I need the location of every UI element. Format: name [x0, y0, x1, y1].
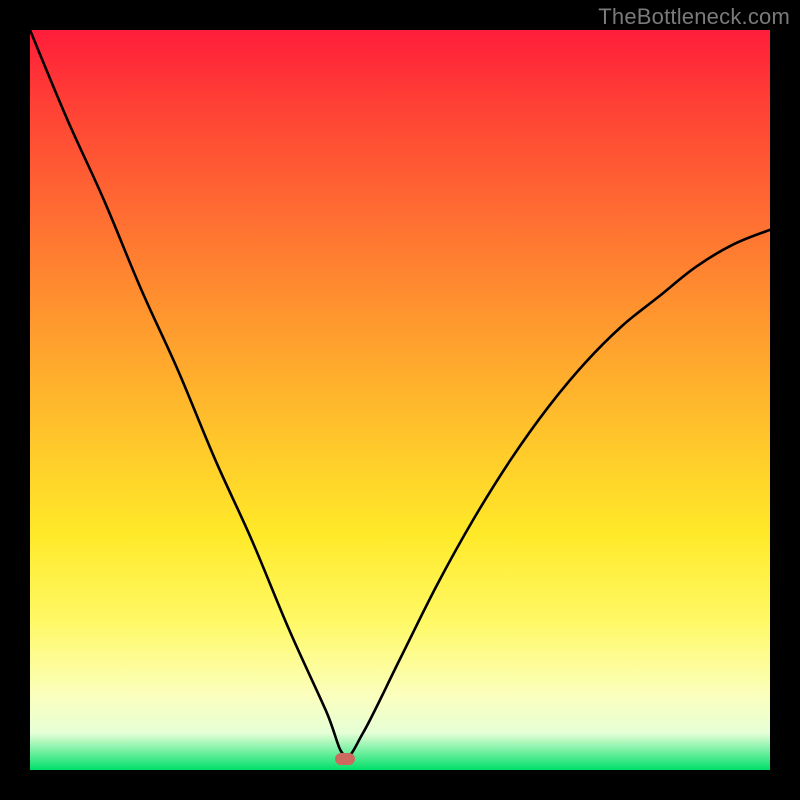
minimum-marker: [335, 753, 355, 765]
bottleneck-curve: [30, 30, 770, 756]
plot-area: [30, 30, 770, 770]
chart-frame: TheBottleneck.com: [0, 0, 800, 800]
curve-svg: [30, 30, 770, 770]
attribution-label: TheBottleneck.com: [598, 4, 790, 30]
